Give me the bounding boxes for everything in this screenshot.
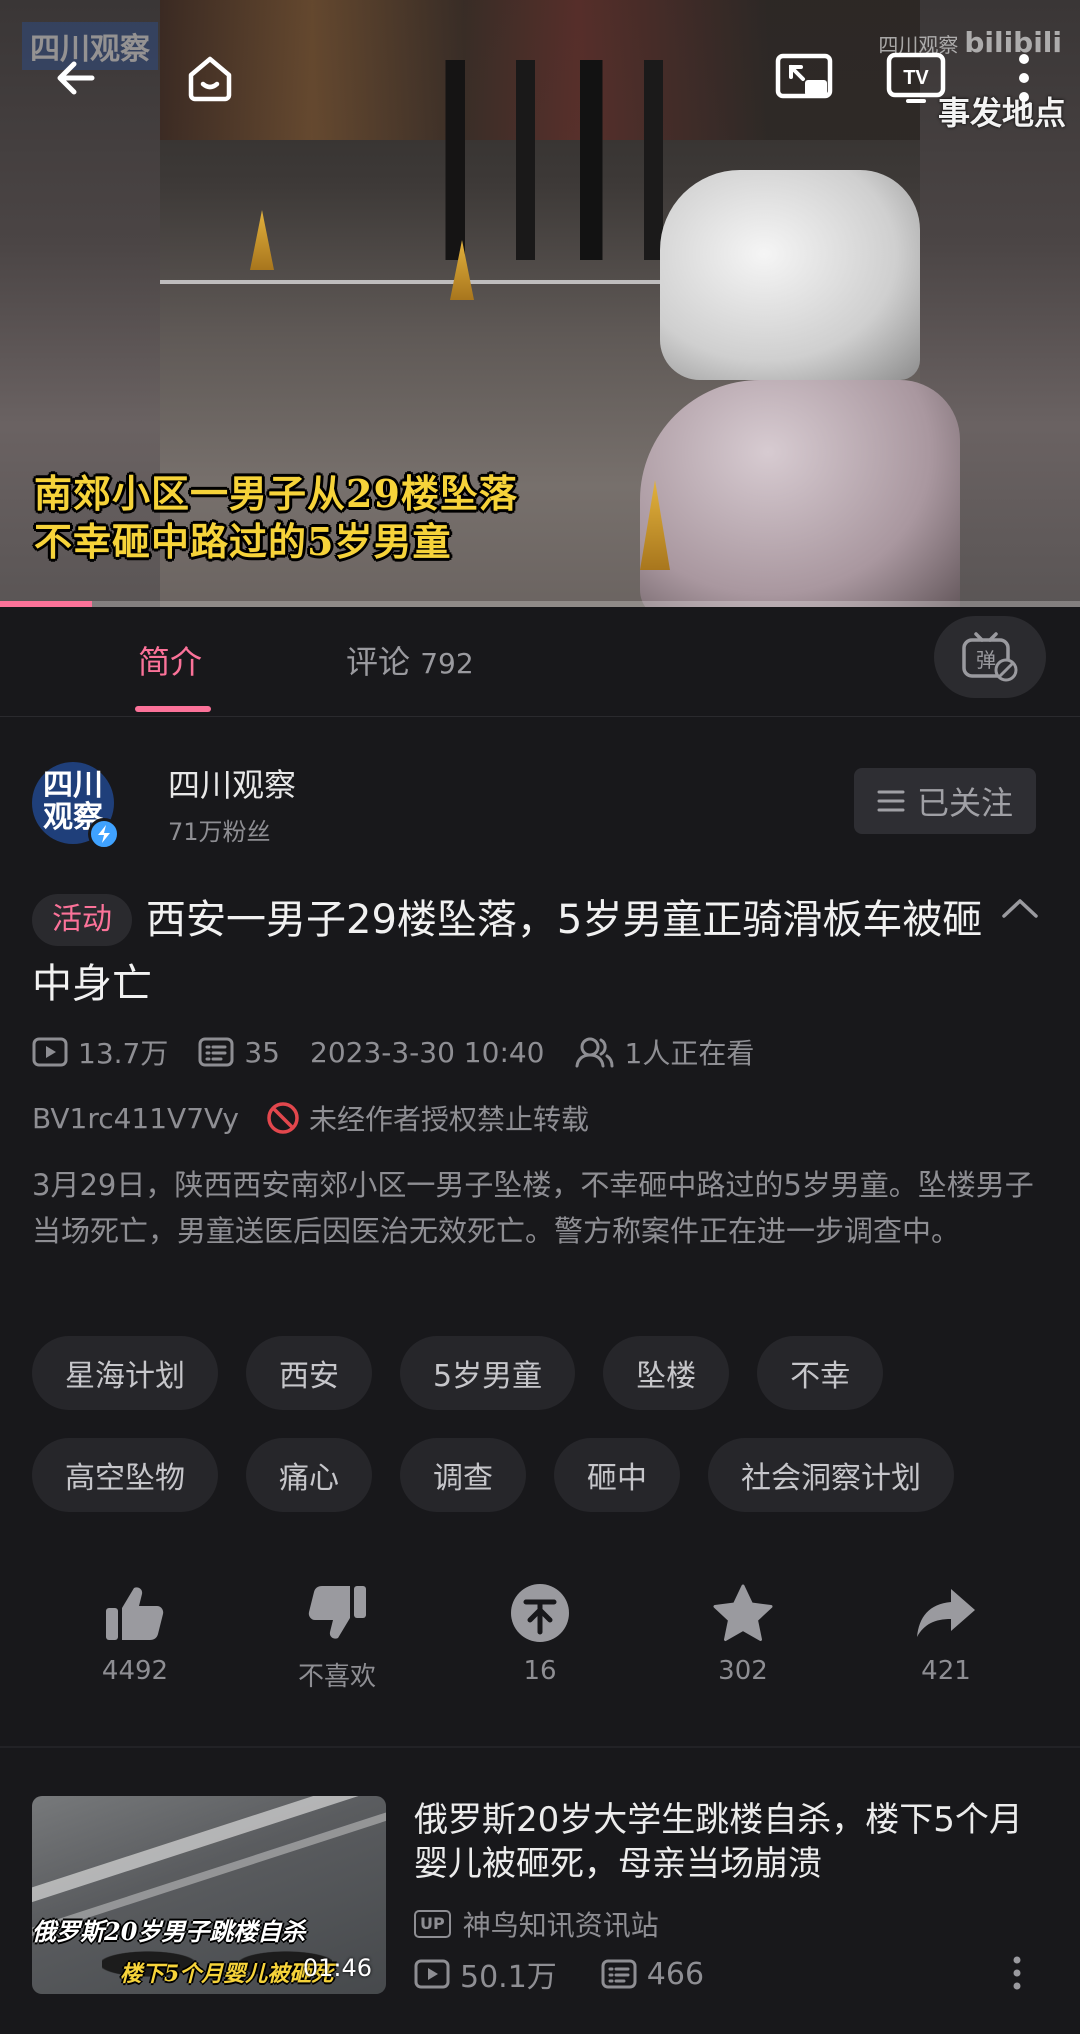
more-vertical-icon [1019,54,1029,102]
arrow-left-icon [57,61,95,95]
home-button[interactable] [178,46,242,110]
topic-tag[interactable]: 砸中 [554,1438,680,1512]
uploader-name[interactable]: 四川观察 [168,760,296,806]
share-button[interactable]: 421 [871,1580,1021,1686]
topic-tag[interactable]: 西安 [246,1336,372,1410]
menu-icon [877,790,905,812]
favorite-button[interactable]: 302 [668,1580,818,1686]
no-repost-icon [267,1102,299,1134]
bv-row: BV1rc411V7Vy 未经作者授权禁止转载 [32,1098,589,1138]
coin-button[interactable]: 16 [465,1580,615,1686]
svg-text:TV: TV [903,67,929,89]
video-meta: 13.7万 35 2023-3-30 10:40 1人正在看 [32,1032,784,1072]
more-options-button[interactable] [994,46,1054,110]
recommended-stats: 50.1万 466 [414,1952,748,1996]
video-description: 3月29日，陕西西安南郊小区一男子坠楼，不幸砸中路过的5岁男童。坠楼男子当场死亡… [32,1168,1034,1248]
video-title: 活动 西安一男子29楼坠落，5岁男童正骑滑板车被砸中身亡 [32,888,992,1016]
follow-button[interactable]: 已关注 [854,768,1036,834]
tv-icon: TV [886,52,946,103]
topic-tag[interactable]: 社会洞察计划 [708,1438,954,1512]
play-count-icon [414,1959,450,1989]
activity-tag[interactable]: 活动 [32,894,132,946]
bvid[interactable]: BV1rc411V7Vy [32,1102,239,1135]
uploader-avatar[interactable]: 四川 观察 [32,762,120,850]
recommended-uploader: UP 神鸟知讯资讯站 [414,1904,659,1944]
copyright-notice: 未经作者授权禁止转载 [309,1103,590,1136]
tags-row-1: 星海计划 西安 5岁男童 坠楼 不幸 [32,1336,1052,1410]
danmaku-off-icon: 弹 [962,632,1018,682]
video-player[interactable]: 四川观察 四川观察 bilibili 事发地点 南郊小区一男子从29楼坠落 不幸砸… [0,0,1080,607]
chevron-up-icon [1002,899,1038,918]
thumbs-up-icon [106,1587,164,1640]
publish-date: 2023-3-30 10:40 [310,1035,545,1069]
topic-tag[interactable]: 星海计划 [32,1336,218,1410]
topic-tag[interactable]: 5岁男童 [400,1336,576,1410]
svg-text:弹: 弹 [976,648,996,672]
topic-tag[interactable]: 不幸 [757,1336,884,1410]
topic-tag[interactable]: 坠楼 [603,1336,730,1410]
topic-tag[interactable]: 高空坠物 [32,1438,218,1512]
back-button[interactable] [44,46,108,110]
share-arrow-icon [917,1589,975,1637]
topic-tag[interactable]: 调查 [400,1438,526,1512]
like-button[interactable]: 4492 [60,1580,210,1686]
star-icon [713,1584,773,1641]
danmaku-toggle-button[interactable]: 弹 [934,616,1046,698]
collapse-button[interactable] [1000,896,1040,924]
video-duration: 01:46 [302,1954,372,1982]
danmaku-count-icon [198,1037,234,1067]
tab-bar: 简介 评论 792 弹 [0,607,1080,717]
mini-window-button[interactable] [772,46,836,110]
danmaku-count-icon [601,1959,637,1989]
more-vertical-icon [1013,1956,1021,1990]
dislike-button[interactable]: 不喜欢 [262,1580,412,1693]
action-bar: 4492 不喜欢 16 302 421 [0,1580,1080,1700]
picture-in-picture-icon [775,53,833,99]
divider [0,1746,1080,1748]
watching-now: 1人正在看 [624,1037,755,1070]
view-count: 13.7万 [78,1037,169,1070]
tags-row-2: 高空坠物 痛心 调查 砸中 社会洞察计划 [32,1438,1052,1512]
uploader-fans: 71万粉丝 [168,818,271,846]
coin-icon [511,1584,569,1642]
topic-tag[interactable]: 痛心 [246,1438,372,1512]
cast-tv-button[interactable]: TV [884,46,948,110]
danmaku-count: 35 [244,1035,280,1069]
tab-comments[interactable]: 评论 792 [346,637,474,683]
play-count-icon [32,1037,68,1067]
tab-active-indicator [135,706,211,712]
verified-badge-icon [88,818,120,850]
thumbs-down-icon [308,1586,366,1639]
tab-intro[interactable]: 简介 [138,637,202,683]
home-icon [188,56,232,102]
video-caption: 南郊小区一男子从29楼坠落 不幸砸中路过的5岁男童 [34,471,518,564]
recommended-more-button[interactable] [1012,1956,1022,1994]
up-badge-icon: UP [414,1910,451,1938]
recommended-thumbnail[interactable]: 俄罗斯20岁男子跳楼自杀 楼下5个月婴儿被砸死 01:46 [32,1796,386,1994]
people-watching-icon [575,1037,613,1068]
recommended-title[interactable]: 俄罗斯20岁大学生跳楼自杀，楼下5个月婴儿被砸死，母亲当场崩溃 [414,1798,1034,1886]
